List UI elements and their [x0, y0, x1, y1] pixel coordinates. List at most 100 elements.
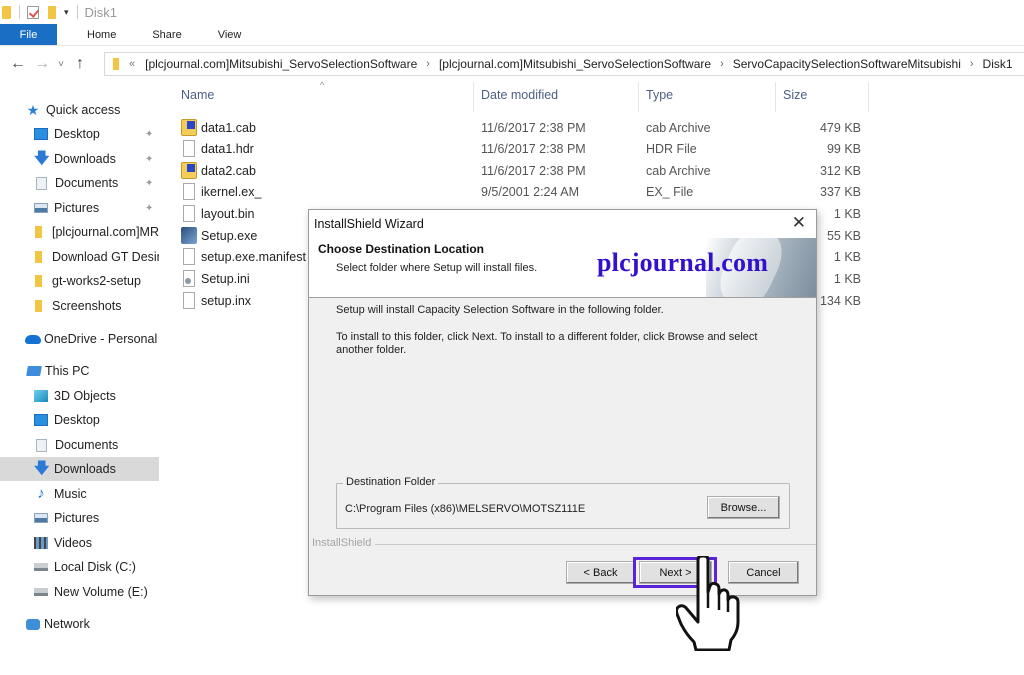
browse-button[interactable]: Browse... — [707, 496, 780, 519]
star-icon: ★ — [26, 102, 40, 118]
sidebar-item-local-disk[interactable]: Local Disk (C:) — [0, 555, 159, 579]
sidebar-item-label: OneDrive - Personal — [44, 332, 158, 346]
tab-file[interactable]: File — [0, 24, 57, 45]
column-header-date-modified[interactable]: Date modified — [481, 88, 558, 102]
sidebar-item-label: Downloads — [54, 152, 116, 166]
column-header-name[interactable]: Name — [181, 88, 214, 102]
sort-ascending-icon: ^ — [320, 80, 325, 90]
pictures-icon — [34, 513, 48, 523]
column-header-size[interactable]: Size — [783, 88, 807, 102]
sidebar-item-label: [plcjournal.com]MR- — [52, 225, 159, 239]
breadcrumb-item[interactable]: [plcjournal.com]Mitsubishi_ServoSelectio… — [145, 57, 417, 71]
pin-icon[interactable]: ✦ — [145, 203, 153, 214]
customize-toolbar-icon[interactable]: ▾ — [64, 7, 69, 18]
file-size: 312 KB — [819, 163, 861, 178]
chevron-right-icon[interactable]: › — [426, 58, 430, 70]
file-type: HDR File — [646, 141, 697, 156]
sidebar-item-pictures[interactable]: Pictures ✦ — [0, 196, 159, 220]
sidebar-item-3d-objects[interactable]: 3D Objects — [0, 384, 159, 408]
file-row[interactable]: data2.cab 11/6/2017 2:38 PM cab Archive … — [170, 160, 870, 181]
file-size: 1 KB — [833, 271, 861, 286]
sidebar-item-label: gt-works2-setup — [52, 274, 141, 288]
sidebar-item-music[interactable]: ♪ Music — [0, 482, 159, 506]
ribbon-tabs: File Home Share View — [0, 24, 1024, 46]
new-folder-icon[interactable] — [48, 5, 56, 19]
file-size: 55 KB — [826, 228, 861, 243]
column-header-type[interactable]: Type — [646, 88, 673, 102]
column-divider[interactable] — [775, 82, 776, 112]
file-size: 134 KB — [819, 293, 861, 308]
window-title: Disk1 — [84, 4, 118, 20]
recent-locations-chevron-icon[interactable]: ˅ — [54, 59, 68, 70]
sidebar-item-folder[interactable]: [plcjournal.com]MR- — [0, 220, 159, 244]
sidebar-item-documents[interactable]: Documents ✦ — [0, 171, 159, 195]
sidebar-item-this-pc[interactable]: This PC — [0, 359, 159, 383]
sidebar-item-quick-access[interactable]: ★ Quick access — [0, 98, 159, 122]
sidebar-item-downloads-selected[interactable]: 🡇 Downloads — [0, 457, 159, 481]
computer-icon — [26, 366, 42, 376]
sidebar-item-label: Music — [54, 487, 87, 501]
sidebar-item-documents[interactable]: Documents — [0, 433, 159, 457]
breadcrumb-item[interactable]: Disk1 — [983, 57, 1013, 71]
tab-share[interactable]: Share — [134, 24, 199, 45]
close-icon[interactable]: ✕ — [792, 213, 806, 233]
file-icon — [183, 183, 195, 200]
sidebar-item-videos[interactable]: Videos — [0, 531, 159, 555]
sidebar-item-downloads[interactable]: 🡇 Downloads ✦ — [0, 147, 159, 171]
installshield-dialog: InstallShield Wizard ✕ Choose Destinatio… — [308, 209, 817, 596]
sidebar-item-label: This PC — [45, 364, 90, 378]
properties-icon[interactable] — [27, 5, 39, 19]
sidebar-item-label: Download GT Desin — [52, 250, 159, 264]
column-divider[interactable] — [473, 82, 474, 112]
sidebar-item-folder[interactable]: gt-works2-setup — [0, 269, 159, 293]
sidebar-item-label: Screenshots — [52, 299, 122, 313]
tab-home[interactable]: Home — [69, 24, 134, 45]
sidebar-item-desktop[interactable]: Desktop — [0, 408, 159, 432]
sidebar-item-network[interactable]: Network — [0, 612, 159, 636]
chevron-right-icon[interactable]: › — [720, 58, 724, 70]
file-row[interactable]: data1.cab 11/6/2017 2:38 PM cab Archive … — [170, 117, 870, 138]
breadcrumb-item[interactable]: ServoCapacitySelectionSoftwareMitsubishi — [733, 57, 961, 71]
desktop-icon — [34, 128, 48, 140]
file-icon — [183, 248, 195, 265]
download-icon: 🡇 — [34, 460, 50, 477]
chevron-right-icon[interactable]: › — [970, 58, 974, 70]
folder-icon — [2, 5, 11, 19]
destination-folder-label: Destination Folder — [343, 476, 439, 488]
sidebar-item-desktop[interactable]: Desktop ✦ — [0, 122, 159, 146]
file-name: ikernel.ex_ — [201, 184, 262, 199]
tab-view[interactable]: View — [200, 24, 260, 45]
sidebar-item-new-volume[interactable]: New Volume (E:) — [0, 580, 159, 604]
forward-arrow-icon[interactable]: → — [30, 55, 54, 73]
back-button[interactable]: < Back — [566, 561, 635, 584]
file-row[interactable]: ikernel.ex_ 9/5/2001 2:24 AM EX_ File 33… — [170, 181, 870, 202]
sidebar-item-label: Network — [44, 617, 90, 631]
column-divider[interactable] — [868, 82, 869, 112]
cloud-icon — [25, 334, 41, 344]
file-row[interactable]: data1.hdr 11/6/2017 2:38 PM HDR File 99 … — [170, 138, 870, 159]
sidebar-item-label: Local Disk (C:) — [54, 560, 136, 574]
sidebar-item-pictures[interactable]: Pictures — [0, 506, 159, 530]
column-divider[interactable] — [638, 82, 639, 112]
divider — [369, 544, 816, 545]
back-arrow-icon[interactable]: ← — [6, 55, 30, 73]
pin-icon[interactable]: ✦ — [145, 129, 153, 140]
sidebar-item-label: 3D Objects — [54, 389, 116, 403]
address-bar[interactable]: « [plcjournal.com]Mitsubishi_ServoSelect… — [104, 52, 1024, 76]
cancel-button[interactable]: Cancel — [728, 561, 799, 584]
pin-icon[interactable]: ✦ — [145, 154, 153, 165]
title-bar: ▾ Disk1 — [0, 0, 1024, 24]
sidebar-item-onedrive[interactable]: OneDrive - Personal — [0, 327, 159, 351]
breadcrumb-item[interactable]: [plcjournal.com]Mitsubishi_ServoSelectio… — [439, 57, 711, 71]
file-date: 11/6/2017 2:38 PM — [481, 120, 586, 135]
sidebar-item-screenshots[interactable]: Screenshots — [0, 294, 159, 318]
sidebar-item-label: Documents — [55, 176, 119, 190]
sidebar-item-label: Pictures — [54, 511, 100, 525]
next-button[interactable]: Next > — [639, 561, 712, 584]
pin-icon[interactable]: ✦ — [145, 178, 153, 189]
file-type: EX_ File — [646, 184, 694, 199]
sidebar-item-folder[interactable]: Download GT Desin — [0, 245, 159, 269]
up-arrow-icon[interactable]: ↑ — [68, 55, 92, 73]
dialog-title-bar[interactable]: InstallShield Wizard ✕ — [309, 210, 816, 238]
overflow-chevron-icon[interactable]: « — [129, 58, 135, 70]
